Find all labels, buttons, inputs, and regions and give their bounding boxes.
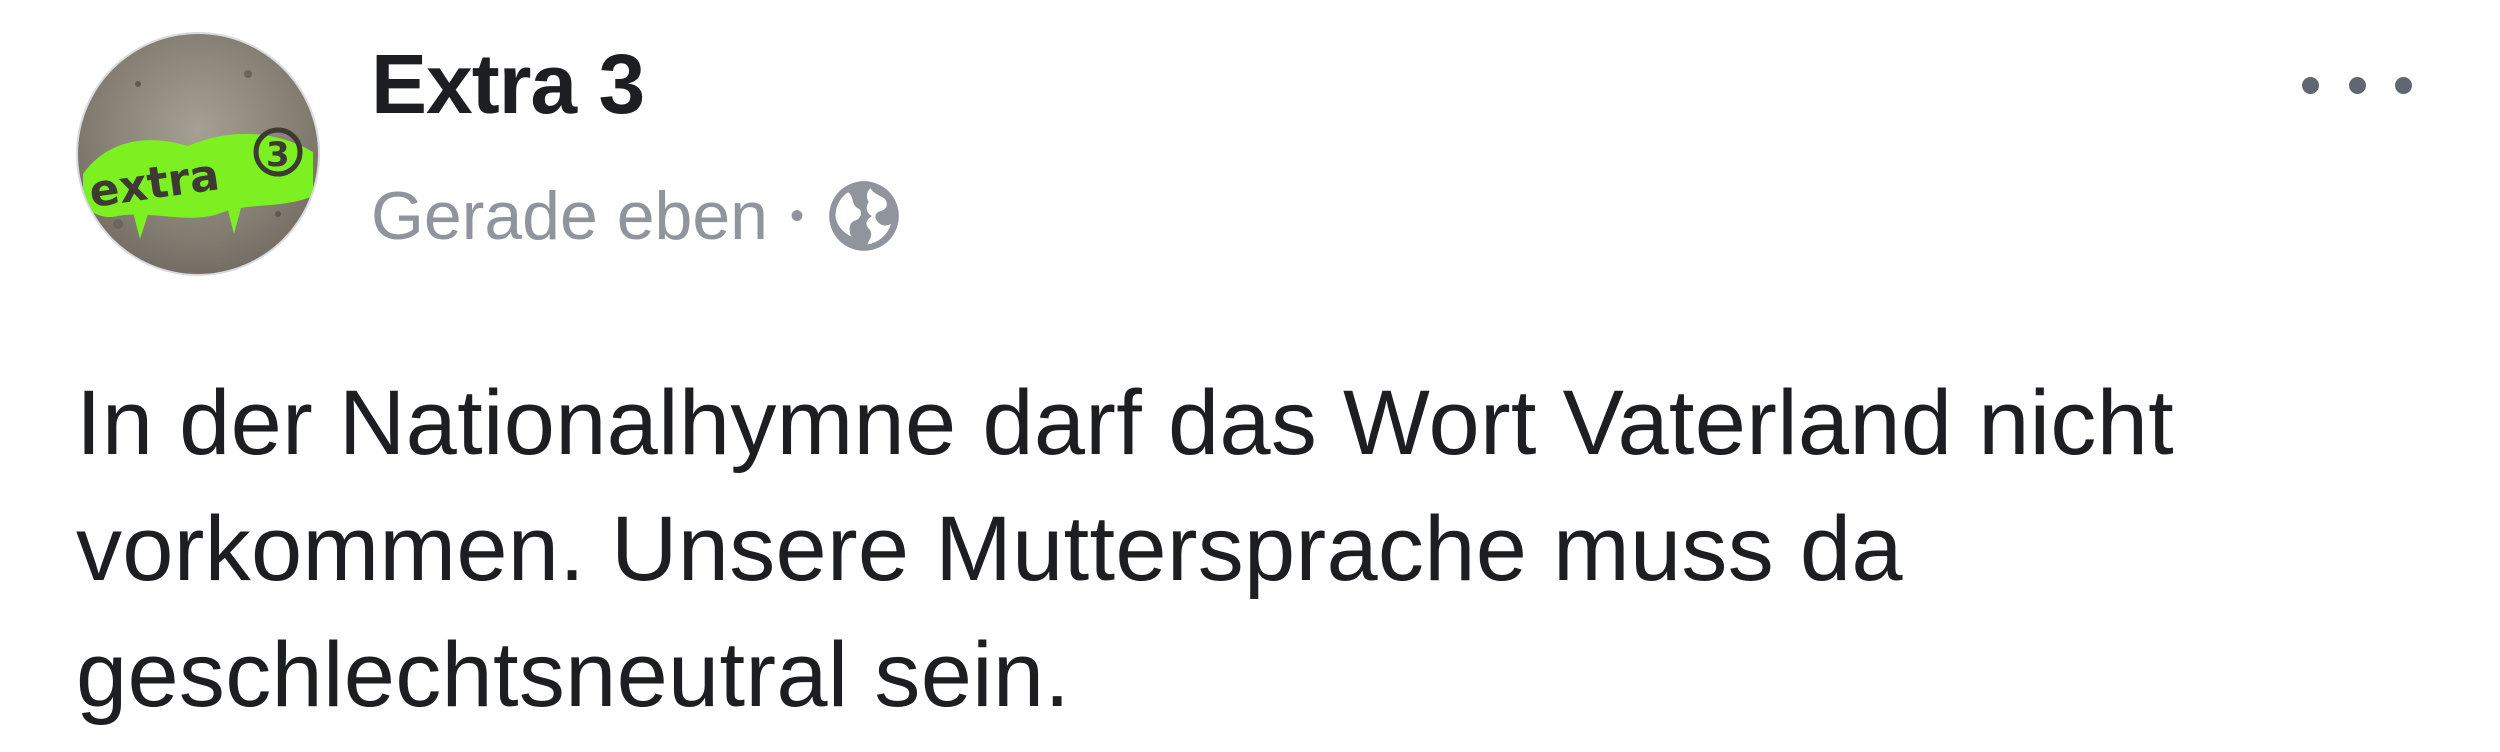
menu-dot xyxy=(2302,76,2319,94)
meta-separator: • xyxy=(789,193,804,238)
post-text-line: geschlechtsneutral sein. xyxy=(76,624,1071,726)
svg-text:3: 3 xyxy=(266,135,290,175)
post-meta: Gerade eben • xyxy=(371,176,902,256)
post-text: In der Nationalhymne darf das Wort Vater… xyxy=(76,360,2416,738)
extra3-logo-image: extra 3 xyxy=(78,34,318,274)
post-timestamp[interactable]: Gerade eben xyxy=(371,177,768,255)
facebook-post: extra 3 Extra 3 Gerade eben • In der Nat… xyxy=(0,0,2500,752)
menu-dot xyxy=(2348,76,2366,94)
page-name-link[interactable]: Extra 3 xyxy=(371,38,645,131)
globe-icon[interactable] xyxy=(826,178,902,254)
post-text-line: In der Nationalhymne darf das Wort Vater… xyxy=(76,372,2175,474)
menu-dot xyxy=(2395,76,2412,94)
page-avatar[interactable]: extra 3 xyxy=(76,32,320,276)
post-text-line: vorkommen. Unsere Muttersprache muss da xyxy=(76,498,1903,600)
more-options-icon[interactable] xyxy=(2302,60,2412,110)
